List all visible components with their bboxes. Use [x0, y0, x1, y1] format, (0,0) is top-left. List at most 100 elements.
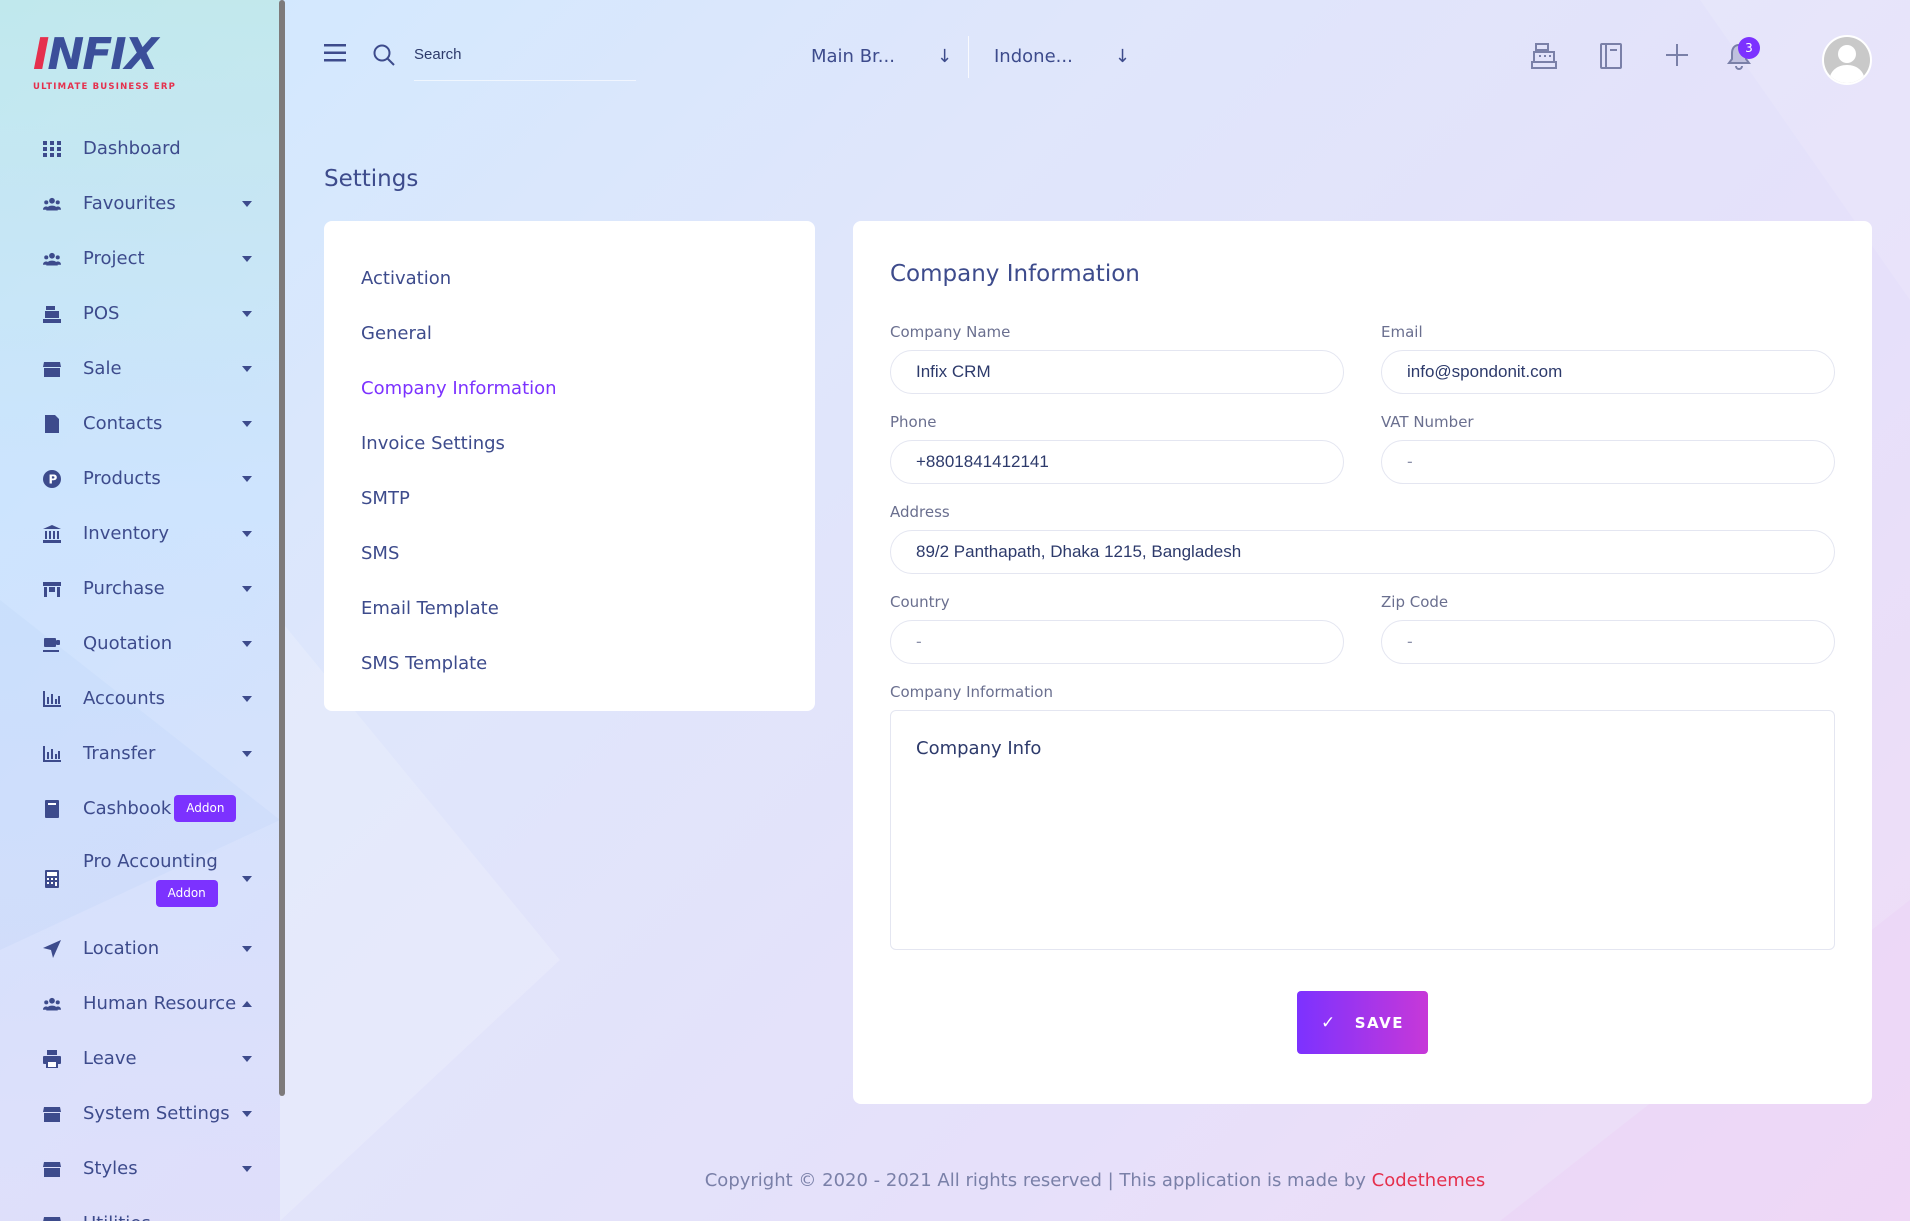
- notebook-icon[interactable]: [1599, 42, 1623, 74]
- caret-down-icon: [242, 365, 252, 372]
- app-logo[interactable]: INFIX ULTIMATE BUSINESS ERP: [33, 29, 183, 93]
- sidebar-item-label: Sale: [83, 358, 122, 379]
- sidebar-item-label: Leave: [83, 1048, 137, 1069]
- settings-menu-item-email-template[interactable]: Email Template: [361, 581, 557, 636]
- plus-icon[interactable]: [1664, 42, 1690, 72]
- caret-down-icon: [242, 750, 252, 757]
- sidebar-item-leave[interactable]: Leave: [0, 1031, 278, 1086]
- notification-badge: 3: [1738, 37, 1760, 59]
- menu-toggle-icon[interactable]: [324, 44, 346, 66]
- sidebar-item-sale[interactable]: Sale: [0, 341, 278, 396]
- company-information-label: Company Information: [890, 683, 1053, 701]
- settings-menu-item-company-information[interactable]: Company Information: [361, 361, 557, 416]
- language-select[interactable]: Indone... ↓: [994, 46, 1130, 67]
- vat-number-field[interactable]: -: [1381, 440, 1835, 484]
- printer-icon: [42, 1049, 62, 1069]
- sidebar-item-contacts[interactable]: Contacts: [0, 396, 278, 451]
- cash-register-icon: [42, 304, 62, 324]
- settings-menu: Activation General Company Information I…: [361, 251, 557, 691]
- sidebar-item-label: Quotation: [83, 633, 173, 654]
- bank-icon: [42, 524, 62, 544]
- sidebar-item-transfer[interactable]: Transfer: [0, 726, 278, 781]
- sidebar-item-favourites[interactable]: Favourites: [0, 176, 278, 231]
- sidebar-item-label: Project: [83, 248, 145, 269]
- sidebar-item-label: Cashbook: [83, 798, 172, 819]
- search-underline: [414, 80, 636, 81]
- grid-icon: [42, 139, 62, 159]
- sidebar-item-utilities[interactable]: Utilities: [0, 1196, 278, 1221]
- caret-down-icon: [242, 310, 252, 317]
- book-icon: [42, 799, 62, 819]
- country-field[interactable]: -: [890, 620, 1344, 664]
- sidebar-item-label: Inventory: [83, 523, 169, 544]
- sidebar-item-label: Purchase: [83, 578, 165, 599]
- arrow-down-icon: ↓: [1114, 46, 1130, 67]
- sidebar-item-project[interactable]: Project: [0, 231, 278, 286]
- sidebar-item-cashbook[interactable]: Cashbook Addon: [0, 781, 278, 836]
- sidebar-item-label: Dashboard: [83, 138, 181, 159]
- sidebar-item-label: Accounts: [83, 688, 166, 709]
- caret-down-icon: [242, 530, 252, 537]
- calculator-icon: [42, 869, 62, 889]
- search-input[interactable]: Search: [414, 46, 634, 63]
- sidebar-item-label: Human Resource: [83, 993, 237, 1014]
- sidebar-item-pos[interactable]: POS: [0, 286, 278, 341]
- settings-menu-item-general[interactable]: General: [361, 306, 557, 361]
- avatar[interactable]: [1822, 35, 1872, 85]
- branch-select[interactable]: Main Br... ↓: [811, 46, 952, 67]
- vat-number-label: VAT Number: [1381, 413, 1474, 431]
- language-select-value: Indone...: [994, 46, 1073, 67]
- sidebar-item-label: Pro Accounting: [83, 850, 218, 872]
- sidebar-item-system-settings[interactable]: System Settings: [0, 1086, 278, 1141]
- settings-menu-item-activation[interactable]: Activation: [361, 251, 557, 306]
- save-button-label: SAVE: [1354, 1013, 1404, 1032]
- company-name-field[interactable]: Infix CRM: [890, 350, 1344, 394]
- sidebar-item-dashboard[interactable]: Dashboard: [0, 121, 278, 176]
- email-field[interactable]: info@spondonit.com: [1381, 350, 1835, 394]
- sidebar-item-accounts[interactable]: Accounts: [0, 671, 278, 726]
- sidebar-item-label-group: Pro Accounting Addon: [83, 851, 218, 907]
- caret-down-icon: [242, 1110, 252, 1117]
- store-icon: [42, 1104, 62, 1124]
- sidebar-nav: Dashboard Favourites Project POS Sale Co…: [0, 121, 278, 1221]
- address-field[interactable]: 89/2 Panthapath, Dhaka 1215, Bangladesh: [890, 530, 1835, 574]
- sidebar-item-human-resource[interactable]: Human Resource: [0, 976, 278, 1031]
- location-arrow-icon: [42, 939, 62, 959]
- sidebar-item-purchase[interactable]: Purchase: [0, 561, 278, 616]
- search-icon[interactable]: [372, 43, 396, 71]
- zip-code-field[interactable]: -: [1381, 620, 1835, 664]
- caret-down-icon: [242, 1055, 252, 1062]
- arrow-down-icon: ↓: [936, 46, 953, 67]
- addon-badge: Addon: [155, 879, 218, 907]
- caret-down-icon: [242, 420, 252, 427]
- logo-wordmark: INFIX: [33, 29, 159, 80]
- sidebar-item-pro-accounting[interactable]: Pro Accounting Addon: [0, 836, 278, 921]
- sidebar-item-label: Products: [83, 468, 161, 489]
- company-name-label: Company Name: [890, 323, 1011, 341]
- save-button[interactable]: ✓ SAVE: [1297, 991, 1428, 1054]
- settings-menu-item-sms-template[interactable]: SMS Template: [361, 636, 557, 691]
- sidebar-item-label: Transfer: [83, 743, 156, 764]
- phone-field[interactable]: +8801841412141: [890, 440, 1344, 484]
- sidebar-item-label: System Settings: [83, 1103, 230, 1124]
- page-title: Settings: [324, 166, 419, 192]
- sidebar-item-products[interactable]: P Products: [0, 451, 278, 506]
- sidebar-item-inventory[interactable]: Inventory: [0, 506, 278, 561]
- sidebar-item-quotation[interactable]: Quotation: [0, 616, 278, 671]
- zip-code-label: Zip Code: [1381, 593, 1449, 611]
- settings-menu-item-smtp[interactable]: SMTP: [361, 471, 557, 526]
- shop-icon: [42, 579, 62, 599]
- sidebar-scrollbar[interactable]: [279, 0, 285, 1096]
- settings-menu-item-sms[interactable]: SMS: [361, 526, 557, 581]
- sidebar-item-location[interactable]: Location: [0, 921, 278, 976]
- bar-chart-icon: [42, 689, 62, 709]
- footer-link[interactable]: Codethemes: [1372, 1170, 1486, 1191]
- company-information-textarea[interactable]: Company Info: [890, 710, 1835, 950]
- cash-register-icon[interactable]: [1531, 42, 1557, 74]
- contact-file-icon: [42, 414, 62, 434]
- users-icon: [42, 994, 62, 1014]
- sidebar-item-label: Utilities: [83, 1213, 151, 1221]
- check-icon: ✓: [1321, 1012, 1337, 1033]
- settings-menu-item-invoice-settings[interactable]: Invoice Settings: [361, 416, 557, 471]
- sidebar-item-label: Favourites: [83, 193, 176, 214]
